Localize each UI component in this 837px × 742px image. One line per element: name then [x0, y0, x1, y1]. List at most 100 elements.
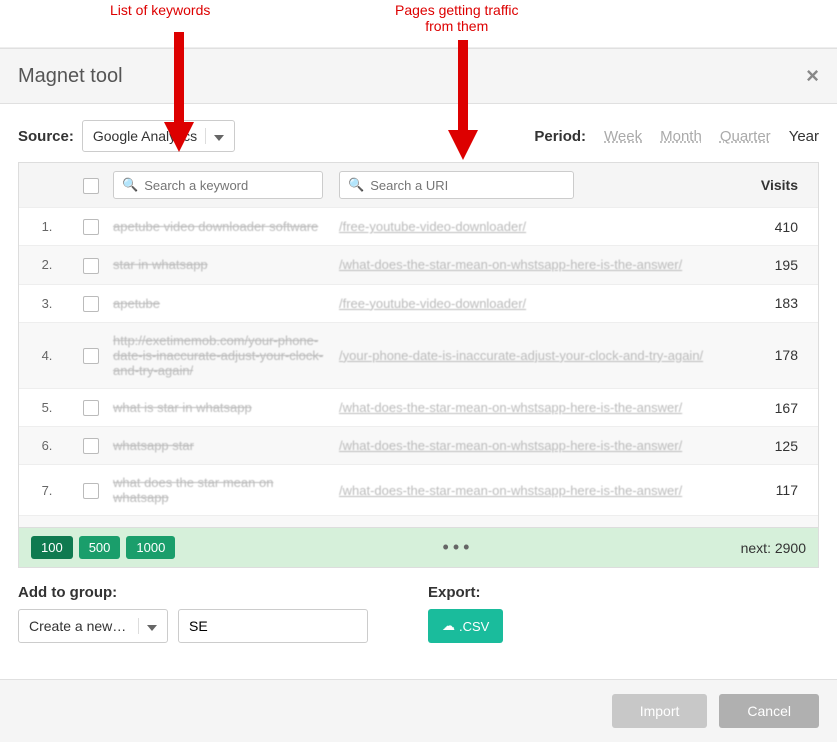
col-visits-header[interactable]: Visits — [722, 177, 812, 193]
row-index: 7. — [25, 483, 69, 498]
search-uri-input[interactable] — [370, 178, 565, 193]
checkbox[interactable] — [83, 483, 99, 499]
group-dropdown[interactable]: Create a new group — [18, 609, 168, 643]
row-keyword: star in whatsapp — [113, 257, 335, 272]
uri-link[interactable]: /what-does-the-star-mean-on-whstsapp-her… — [339, 257, 682, 272]
search-icon: 🔍 — [122, 177, 138, 193]
row-select — [69, 399, 113, 416]
row-visits: 195 — [732, 257, 812, 273]
row-visits: 125 — [732, 438, 812, 454]
row-visits: 410 — [732, 219, 812, 235]
row-uri: /free-youtube-video-downloader/ — [335, 296, 732, 311]
row-keyword: apetube — [113, 296, 335, 311]
row-keyword: what does the star mean on whatsapp — [113, 475, 335, 505]
export-label: Export: — [428, 584, 503, 601]
search-uri-box[interactable]: 🔍 — [339, 171, 574, 199]
uri-link[interactable]: /what-does-the-star-mean-on-whstsapp-her… — [339, 483, 682, 498]
row-index: 3. — [25, 296, 69, 311]
col-uri: 🔍 — [335, 171, 722, 199]
modal-title: Magnet tool — [18, 65, 123, 88]
modal-header: Magnet tool × — [0, 48, 837, 104]
chevron-down-icon — [147, 625, 157, 631]
row-index: 1. — [25, 219, 69, 234]
source-dropdown[interactable]: Google Analytics — [82, 120, 235, 152]
uri-link[interactable]: /your-phone-date-is-inaccurate-adjust-yo… — [339, 348, 703, 363]
row-visits: 178 — [732, 347, 812, 363]
checkbox[interactable] — [83, 296, 99, 312]
uri-link[interactable]: /free-youtube-video-downloader/ — [339, 219, 526, 234]
arrow-icon — [164, 32, 194, 152]
checkbox[interactable] — [83, 219, 99, 235]
more-icon[interactable]: ••• — [443, 537, 474, 558]
add-to-group-label: Add to group: — [18, 584, 368, 601]
row-select — [69, 347, 113, 364]
row-select — [69, 218, 113, 235]
row-keyword: apetube video downloader software — [113, 219, 335, 234]
source-group: Source: Google Analytics — [18, 120, 235, 152]
close-icon[interactable]: × — [806, 63, 819, 89]
table-row: 3. apetube/free-youtube-video-downloader/… — [19, 284, 818, 322]
row-keyword: whatsapp star — [113, 438, 335, 453]
export-csv-label: .CSV — [459, 619, 489, 634]
table-body: 1. apetube video downloader software/free… — [19, 207, 818, 527]
table-header: 🔍 🔍 Visits — [19, 163, 818, 207]
cancel-button[interactable]: Cancel — [719, 694, 819, 728]
row-visits: 167 — [732, 400, 812, 416]
row-uri: /your-phone-date-is-inaccurate-adjust-yo… — [335, 348, 732, 363]
row-visits: 183 — [732, 295, 812, 311]
add-to-group-col: Add to group: Create a new group — [18, 584, 368, 643]
search-icon: 🔍 — [348, 177, 364, 193]
uri-link[interactable]: /what-does-the-star-mean-on-whstsapp-her… — [339, 438, 682, 453]
row-select — [69, 482, 113, 499]
table-row: 7. what does the star mean on whatsapp/wh… — [19, 464, 818, 515]
checkbox[interactable] — [83, 348, 99, 364]
import-button[interactable]: Import — [612, 694, 708, 728]
row-uri: /what-does-the-star-mean-on-whstsapp-her… — [335, 483, 732, 498]
col-keyword: 🔍 — [113, 171, 335, 199]
row-uri: /what-does-the-star-mean-on-whstsapp-her… — [335, 438, 732, 453]
period-month[interactable]: Month — [660, 128, 702, 145]
uri-link[interactable]: /free-youtube-video-downloader/ — [339, 296, 526, 311]
source-label: Source: — [18, 128, 74, 145]
period-group: Period: Week Month Quarter Year — [534, 128, 819, 145]
period-week[interactable]: Week — [604, 128, 642, 145]
pagesize-group: 100 500 1000 — [31, 536, 175, 559]
row-index: 2. — [25, 257, 69, 272]
row-uri: /what-does-the-star-mean-on-whstsapp-her… — [335, 257, 732, 272]
uri-link[interactable]: /what-does-the-star-mean-on-whstsapp-her… — [339, 400, 682, 415]
table-footer: 100 500 1000 ••• next: 2900 — [18, 528, 819, 568]
row-index: 5. — [25, 400, 69, 415]
row-select — [69, 437, 113, 454]
table-row: 1. apetube video downloader software/free… — [19, 207, 818, 245]
row-uri: /what-does-the-star-mean-on-whstsapp-her… — [335, 400, 732, 415]
table-row: 6.whatsapp star/what-does-the-star-mean-… — [19, 426, 818, 464]
search-keyword-input[interactable] — [144, 178, 314, 193]
modal-footer: Import Cancel — [0, 679, 837, 742]
pagesize-500[interactable]: 500 — [79, 536, 121, 559]
row-select — [69, 256, 113, 273]
below-section: Add to group: Create a new group Export:… — [0, 568, 837, 659]
checkbox[interactable] — [83, 400, 99, 416]
export-col: Export: ☁ .CSV — [428, 584, 503, 643]
period-quarter[interactable]: Quarter — [720, 128, 771, 145]
pagesize-1000[interactable]: 1000 — [126, 536, 175, 559]
group-name-input[interactable] — [178, 609, 368, 643]
row-visits: 117 — [732, 482, 812, 498]
annotation-pages: Pages getting traffic from them — [395, 2, 518, 34]
pagesize-100[interactable]: 100 — [31, 536, 73, 559]
row-select — [69, 526, 113, 527]
table-row: 2. star in whatsapp/what-does-the-star-me… — [19, 245, 818, 283]
cloud-download-icon: ☁ — [442, 618, 455, 634]
arrow-icon — [448, 40, 478, 160]
search-keyword-box[interactable]: 🔍 — [113, 171, 323, 199]
checkbox-all[interactable] — [83, 178, 99, 194]
checkbox[interactable] — [83, 258, 99, 274]
row-keyword: what is star in whatsapp — [113, 400, 335, 415]
table: 🔍 🔍 Visits 1. apetube video downloader so… — [18, 162, 819, 528]
export-csv-button[interactable]: ☁ .CSV — [428, 609, 503, 643]
table-row: 4.http://exetimemob.com/your-phone-date-… — [19, 322, 818, 388]
row-keyword: http://exetimemob.com/your-phone-date-is… — [113, 333, 335, 378]
period-year[interactable]: Year — [789, 128, 819, 145]
next-link[interactable]: next: 2900 — [741, 540, 806, 556]
checkbox[interactable] — [83, 438, 99, 454]
